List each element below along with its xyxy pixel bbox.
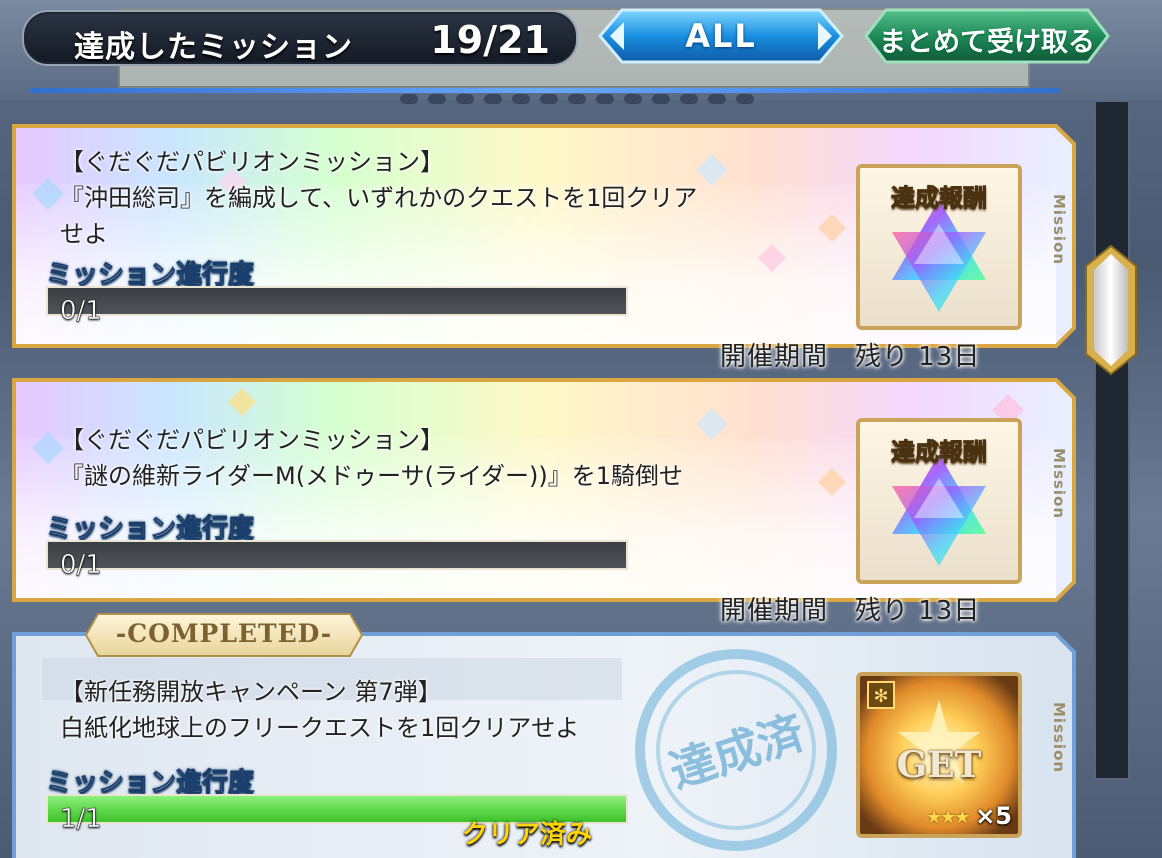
mission-side-label: Mission xyxy=(1050,448,1068,520)
mission-description: 【ぐだぐだパビリオンミッション】 『沖田総司』を編成して、いずれかのクエストを1… xyxy=(60,144,820,252)
completed-tag: -COMPLETED- xyxy=(84,612,364,658)
reward-title: 達成報酬 xyxy=(891,184,988,213)
header-divider xyxy=(30,88,1060,93)
achieved-missions-header: 達成したミッション 19/21 xyxy=(22,10,578,66)
mission-description: 【ぐだぐだパビリオンミッション】 『謎の維新ライダーM(メドゥーサ(ライダー))… xyxy=(60,422,820,494)
progress-bar xyxy=(46,286,628,316)
reward-box[interactable]: 達成報酬 xyxy=(856,418,1022,584)
page-title: 達成したミッション xyxy=(74,30,353,65)
scrollbar-track[interactable] xyxy=(1094,100,1130,780)
mission-line: せよ xyxy=(60,220,108,248)
progress-value: 0/1 xyxy=(60,550,102,581)
reward-box[interactable]: 達成報酬 xyxy=(856,164,1022,330)
progress-value: 0/1 xyxy=(60,296,102,327)
page-dots xyxy=(400,94,754,108)
achieved-stamp: 達成済 xyxy=(632,646,840,854)
filter-label: ALL xyxy=(685,17,757,55)
mission-card[interactable]: Mission 【ぐだぐだパビリオンミッション】 『謎の維新ライダーM(メドゥー… xyxy=(12,378,1076,626)
completed-text: -COMPLETED- xyxy=(115,619,333,648)
mission-line: 『沖田総司』を編成して、いずれかのクエストを1回クリア xyxy=(60,184,698,212)
mission-line: 『謎の維新ライダーM(メドゥーサ(ライダー))』を1騎倒せ xyxy=(60,462,684,490)
reward-title: 達成報酬 xyxy=(891,438,988,467)
bulk-claim-label: まとめて受け取る xyxy=(879,27,1095,58)
reward-box[interactable]: ✻ GET ★★★ ×5 xyxy=(856,672,1022,838)
mission-side-label: Mission xyxy=(1050,194,1068,266)
mission-line: 【ぐだぐだパビリオンミッション】 xyxy=(60,148,444,176)
reward-quantity: ×5 xyxy=(975,802,1012,830)
filter-all-button[interactable]: ALL xyxy=(598,8,844,64)
progress-value: 1/1 xyxy=(60,804,102,835)
progress-bar xyxy=(46,540,628,570)
svg-text:✻: ✻ xyxy=(873,686,888,707)
event-period: 開催期間 残り 13日 xyxy=(720,596,981,626)
reward-get-label: GET xyxy=(896,744,982,786)
mission-card-completed[interactable]: Mission 【新任務開放キャンペーン 第7弾】 白紙化地球上のフリークエスト… xyxy=(12,632,1076,858)
mission-card[interactable]: Mission 【ぐだぐだパビリオンミッション】 『沖田総司』を編成して、いずれ… xyxy=(12,124,1076,372)
mission-side-label: Mission xyxy=(1050,702,1068,774)
bulk-claim-button[interactable]: まとめて受け取る xyxy=(864,8,1110,64)
mission-line: 【ぐだぐだパビリオンミッション】 xyxy=(60,426,444,454)
scrollbar-thumb[interactable] xyxy=(1084,244,1138,376)
mission-count: 19/21 xyxy=(430,18,550,62)
cleared-label: クリア済み xyxy=(462,820,593,850)
star-rating-icon: ★★★ xyxy=(926,807,970,828)
event-period: 開催期間 残り 13日 xyxy=(720,342,981,372)
